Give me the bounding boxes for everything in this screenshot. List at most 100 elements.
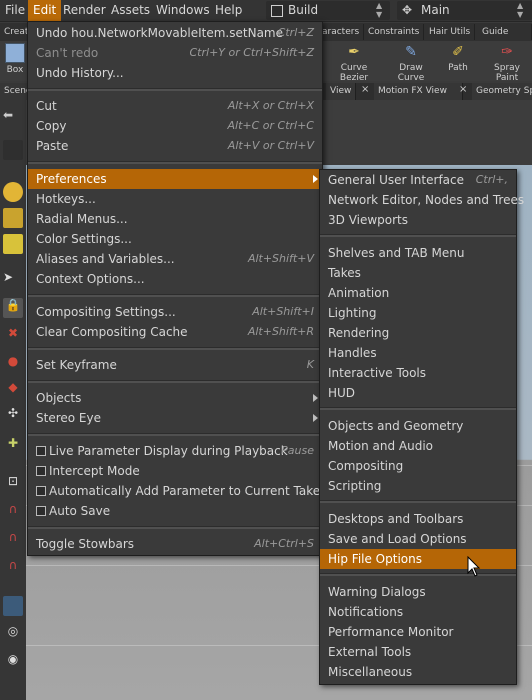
menu-item-undo-history[interactable]: Undo History... (28, 63, 322, 83)
menu-item-can-t-redo[interactable]: Can't redo Ctrl+Y or Ctrl+Shift+Z (28, 43, 322, 63)
handle-icon[interactable]: ✖ (3, 326, 23, 346)
updown-arrow-icon: ▲ ▼ (517, 1, 524, 19)
main-desktop-select[interactable]: ✥ Main ▲ ▼ (397, 1, 532, 20)
menu-item-cut[interactable]: Cut Alt+X or Ctrl+X (28, 96, 322, 116)
shelf-tab-hair-utils[interactable]: Hair Utils (425, 24, 476, 40)
menu-windows[interactable]: Windows (151, 0, 215, 21)
menu-item-copy[interactable]: Copy Alt+C or Ctrl+C (28, 116, 322, 136)
menu-item-label: Handles (328, 346, 377, 360)
paint-icon[interactable]: ✚ (3, 436, 23, 456)
point-select-icon[interactable] (3, 208, 23, 228)
checkbox[interactable] (36, 506, 46, 516)
magnet-icon[interactable]: ∩ (3, 502, 23, 522)
menu-item-compositing[interactable]: Compositing (320, 456, 516, 476)
menu-item-performance-monitor[interactable]: Performance Monitor (320, 622, 516, 642)
menu-item-clear-compositing-cache[interactable]: Clear Compositing Cache Alt+Shift+R (28, 322, 322, 342)
menu-item-motion-and-audio[interactable]: Motion and Audio (320, 436, 516, 456)
menu-item-save-and-load-options[interactable]: Save and Load Options (320, 529, 516, 549)
menu-item-scripting[interactable]: Scripting (320, 476, 516, 496)
menu-edit[interactable]: Edit (28, 0, 62, 21)
pointer-icon[interactable]: ➤ (3, 270, 23, 290)
menu-item-label: Interactive Tools (328, 366, 427, 380)
menu-item-lighting[interactable]: Lighting (320, 303, 516, 323)
menu-item-animation[interactable]: Animation (320, 283, 516, 303)
checkbox[interactable] (36, 466, 46, 476)
menu-assets[interactable]: Assets (106, 0, 155, 21)
close-icon[interactable]: × (459, 84, 467, 95)
menu-item-label: Warning Dialogs (328, 585, 426, 599)
pane-tab-view[interactable]: View (326, 83, 357, 100)
menu-item-stereo-eye[interactable]: Stereo Eye (28, 408, 322, 428)
menu-item-label: Takes (328, 266, 361, 280)
menu-item-objects[interactable]: Objects (28, 388, 322, 408)
menu-item-general-user-interface[interactable]: General User Interface Ctrl+, (320, 170, 516, 190)
snap-icon[interactable]: ⊡ (3, 474, 23, 494)
pane-tab-geometry-spreadsheet[interactable]: Geometry Sp (472, 83, 532, 100)
menu-help[interactable]: Help (210, 0, 247, 21)
menu-item-warning-dialogs[interactable]: Warning Dialogs (320, 582, 516, 602)
display-icon[interactable]: ◎ (3, 624, 23, 644)
build-desktop-select[interactable]: Build ▲ ▼ (266, 1, 390, 20)
menu-item-external-tools[interactable]: External Tools (320, 642, 516, 662)
menu-item-hip-file-options[interactable]: Hip File Options (320, 549, 516, 569)
shading-icon[interactable]: ◉ (3, 652, 23, 672)
shelf-tab-characters[interactable]: aracters (318, 24, 365, 40)
menu-item-handles[interactable]: Handles (320, 343, 516, 363)
menu-item-color-settings[interactable]: Color Settings... (28, 229, 322, 249)
view-tool-icon[interactable] (3, 140, 23, 160)
magnet-icon[interactable]: ∩ (3, 530, 23, 550)
menu-item-aliases-and-variables[interactable]: Aliases and Variables... Alt+Shift+V (28, 249, 322, 269)
menu-item-shelves-and-tab-menu[interactable]: Shelves and TAB Menu (320, 243, 516, 263)
lock-icon[interactable]: 🔒 (3, 298, 23, 318)
menu-item-hotkeys[interactable]: Hotkeys... (28, 189, 322, 209)
menu-item-interactive-tools[interactable]: Interactive Tools (320, 363, 516, 383)
curve-bezier-tool[interactable]: ✒ Curve Bezier (326, 43, 382, 83)
menu-item-automatically-add-parameter-to-current-take[interactable]: Automatically Add Parameter to Current T… (28, 481, 322, 501)
select-mode-icon[interactable] (3, 182, 23, 202)
menu-item-label: Aliases and Variables... (36, 252, 175, 266)
shelf-tab-constraints[interactable]: Constraints (364, 24, 425, 40)
menu-item-toggle-stowbars[interactable]: Toggle Stowbars Alt+Ctrl+S (28, 534, 322, 554)
menu-item-notifications[interactable]: Notifications (320, 602, 516, 622)
menu-item-takes[interactable]: Takes (320, 263, 516, 283)
menu-item-undo-hou-networkmovableitem-setname[interactable]: Undo hou.NetworkMovableItem.setName Ctrl+… (28, 23, 322, 43)
menu-item-label: Motion and Audio (328, 439, 433, 453)
menu-item-preferences[interactable]: Preferences (28, 169, 322, 189)
menu-file[interactable]: File (0, 0, 30, 21)
menu-item-3d-viewports[interactable]: 3D Viewports (320, 210, 516, 230)
magnet-icon[interactable]: ∩ (3, 558, 23, 578)
box-tool[interactable]: Box (3, 43, 27, 75)
menu-item-context-options[interactable]: Context Options... (28, 269, 322, 289)
menu-item-objects-and-geometry[interactable]: Objects and Geometry (320, 416, 516, 436)
draw-curve-tool[interactable]: ✎ Draw Curve (386, 43, 436, 83)
camera-icon[interactable] (3, 596, 23, 616)
shelf-tab-guide-process[interactable]: Guide Proces (478, 24, 532, 53)
menu-item-compositing-settings[interactable]: Compositing Settings... Alt+Shift+I (28, 302, 322, 322)
menu-item-desktops-and-toolbars[interactable]: Desktops and Toolbars (320, 509, 516, 529)
checkbox[interactable] (36, 446, 46, 456)
spray-paint-tool[interactable]: ✑ Spray Paint (482, 43, 532, 83)
menu-item-auto-save[interactable]: Auto Save (28, 501, 322, 521)
rotate-icon[interactable]: ◆ (3, 380, 23, 400)
menu-item-rendering[interactable]: Rendering (320, 323, 516, 343)
menu-item-label: Rendering (328, 326, 390, 340)
shortcut-label: Alt+Shift+V (247, 252, 314, 265)
pose-icon[interactable]: ● (3, 354, 23, 374)
path-tool[interactable]: ✐ Path (444, 43, 472, 73)
draw-curve-label: Draw Curve (397, 63, 425, 83)
back-arrow-icon[interactable]: ⬅ (3, 108, 23, 128)
menu-render[interactable]: Render (58, 0, 111, 21)
checkbox[interactable] (36, 486, 46, 496)
menu-item-set-keyframe[interactable]: Set Keyframe K (28, 355, 322, 375)
menu-item-intercept-mode[interactable]: Intercept Mode (28, 461, 322, 481)
menu-item-miscellaneous[interactable]: Miscellaneous (320, 662, 516, 682)
edge-select-icon[interactable] (3, 234, 23, 254)
close-icon[interactable]: × (361, 84, 369, 95)
menu-item-hud[interactable]: HUD (320, 383, 516, 403)
menu-item-paste[interactable]: Paste Alt+V or Ctrl+V (28, 136, 322, 156)
menu-item-live-parameter-display-during-playback[interactable]: Live Parameter Display during Playback Pa… (28, 441, 322, 461)
menu-item-network-editor-nodes-and-trees[interactable]: Network Editor, Nodes and Trees (320, 190, 524, 210)
transform-icon[interactable]: ✣ (3, 406, 23, 426)
pane-tab-motion-fx-view[interactable]: Motion FX View (374, 83, 463, 100)
menu-item-radial-menus[interactable]: Radial Menus... (28, 209, 322, 229)
